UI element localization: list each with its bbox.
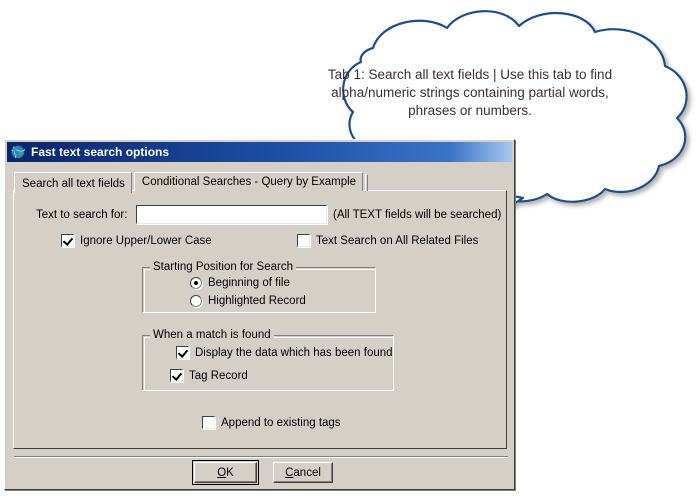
ok-label-rest: K <box>226 466 234 479</box>
checkbox-label: Ignore Upper/Lower Case <box>80 234 212 247</box>
checkbox-box-icon <box>297 234 310 247</box>
group-when-match-found: When a match is found Display the data w… <box>142 329 394 391</box>
checkbox-box-icon <box>176 346 189 359</box>
radio-label: Beginning of file <box>208 277 290 289</box>
checkbox-label: Append to existing tags <box>221 416 341 429</box>
callout-text: Tab 1: Search all text fields | Use this… <box>327 67 613 118</box>
tabstrip: Search all text fields Conditional Searc… <box>14 172 369 193</box>
checkbox-box-icon <box>61 234 74 247</box>
tab-page-search-all-text-fields: Text to search for: (All TEXT fields wil… <box>13 190 507 449</box>
checkbox-label: Tag Record <box>189 369 248 382</box>
checkbox-display-found-data[interactable]: Display the data which has been found <box>176 346 393 359</box>
search-field-hint: (All TEXT fields will be searched) <box>333 209 502 221</box>
dialog-titlebar[interactable]: Fast text search options <box>7 142 512 162</box>
radio-circle-icon <box>190 295 202 307</box>
cancel-button[interactable]: Cancel <box>273 462 333 483</box>
group-legend: When a match is found <box>150 329 274 341</box>
checkbox-box-icon <box>170 369 183 382</box>
globe-icon <box>10 144 26 160</box>
group-starting-position: Starting Position for Search Beginning o… <box>142 261 376 313</box>
tab-label: Search all text fields <box>22 178 125 190</box>
tab-label: Conditional Searches - Query by Example <box>141 176 357 188</box>
fast-text-search-dialog: Fast text search options Search all text… <box>4 139 515 490</box>
radio-beginning-of-file[interactable]: Beginning of file <box>190 277 290 289</box>
checkbox-all-related-files[interactable]: Text Search on All Related Files <box>297 234 478 247</box>
tabstrip-endcap <box>365 174 369 191</box>
group-frame <box>142 335 394 391</box>
checkbox-append-existing-tags[interactable]: Append to existing tags <box>202 416 341 429</box>
checkbox-box-icon <box>202 416 215 429</box>
ok-button[interactable]: OK <box>192 460 259 485</box>
checkbox-label: Display the data which has been found <box>195 346 393 359</box>
ok-accelerator: O <box>217 466 227 479</box>
tab-search-all-text-fields[interactable]: Search all text fields <box>14 172 132 193</box>
cancel-label-rest: ancel <box>293 466 321 479</box>
dialog-title: Fast text search options <box>31 145 170 159</box>
checkbox-label: Text Search on All Related Files <box>316 234 479 247</box>
radio-circle-icon <box>190 277 202 289</box>
search-field-label: Text to search for: <box>36 209 128 221</box>
cancel-accelerator: C <box>285 466 294 479</box>
checkbox-ignore-case[interactable]: Ignore Upper/Lower Case <box>61 234 212 247</box>
checkbox-tag-record[interactable]: Tag Record <box>170 369 248 382</box>
tab-conditional-searches[interactable]: Conditional Searches - Query by Example <box>133 172 364 191</box>
radio-highlighted-record[interactable]: Highlighted Record <box>190 295 306 307</box>
search-input[interactable] <box>136 205 327 224</box>
footer-separator <box>14 456 508 458</box>
radio-label: Highlighted Record <box>208 295 306 307</box>
group-legend: Starting Position for Search <box>150 261 296 273</box>
